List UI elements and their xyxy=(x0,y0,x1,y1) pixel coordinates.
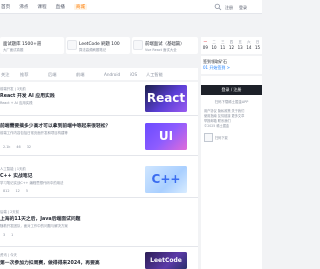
article-abstract: 学习笔记实战C++ 编程思想代码中的用法 xyxy=(0,181,64,185)
promo-card-subtitle: 算法高频刷题笔记 xyxy=(79,48,107,52)
list-item[interactable]: 资讯 | 今天 第一次参加力扣周赛，做得得来2024，再要高 LeetCode xyxy=(0,249,198,269)
view-count: 2.1k xyxy=(3,145,11,149)
like-count[interactable]: 12 xyxy=(15,189,19,193)
calendar-day[interactable]: 15 xyxy=(255,45,260,50)
article-thumbnail[interactable]: C++ xyxy=(145,166,187,193)
list-item[interactable]: 前端需要搞多少高才可以拿到前端中等起来很轻松？ 前端工作内容包括日常页面开发和项… xyxy=(0,118,198,156)
promo-card-title: 前端面试（基础篇） xyxy=(145,41,185,47)
article-meta: 前端开发 | 3天前 xyxy=(0,87,26,91)
login-link[interactable]: 登录 xyxy=(239,5,247,11)
checkin-calendar: 一 二 三 四 五 六 日 09 10 11 12 13 14 15 xyxy=(201,37,262,54)
category-tabs: 关注 推荐 后端 前端 Android iOS 人工智能 xyxy=(0,68,198,80)
calendar-day[interactable]: 14 xyxy=(246,45,251,50)
nav-item-pins[interactable]: 沸点 xyxy=(19,4,28,10)
article-title[interactable]: 第一次参加力扣周赛，做得得来2024，再要高 xyxy=(0,259,100,266)
checkin-card[interactable]: 签到领取矿石 01 开始签到 > xyxy=(201,56,262,74)
search-icon[interactable] xyxy=(214,3,222,11)
nav-item-home[interactable]: 首页 xyxy=(1,4,10,10)
calendar-day[interactable]: 10 xyxy=(212,45,217,50)
weekday-label: 二 xyxy=(212,39,216,44)
promo-banner-row: 面试题库 1500+道 大厂面试真题 LeetCode 刷题 100 算法高频刷… xyxy=(0,37,198,54)
article-title[interactable]: 前端需要搞多少高才可以拿到前端中等起来很轻松？ xyxy=(0,122,110,129)
article-stats: 2.1k 46 32 xyxy=(3,145,31,149)
article-feed: 前端开发 | 3天前 React 开发 AI 应用实践 React + AI 应… xyxy=(0,82,198,269)
view-count: 3 xyxy=(3,233,6,237)
article-abstract: React + AI 应用实践 xyxy=(0,101,33,105)
tab-recommend[interactable]: 推荐 xyxy=(20,72,28,78)
copyright: ©2025 稀土掘金 xyxy=(204,124,230,128)
tab-frontend[interactable]: 前端 xyxy=(76,72,84,78)
article-title[interactable]: 上海的11天之后，Java后端面试问题 xyxy=(0,215,80,222)
weekday-label: 五 xyxy=(238,39,242,44)
calendar-day[interactable]: 13 xyxy=(238,45,243,50)
article-thumbnail[interactable]: LeetCode xyxy=(145,252,187,269)
calendar-day[interactable]: 11 xyxy=(220,45,225,50)
list-item[interactable]: 前端开发 | 3天前 React 开发 AI 应用实践 React + AI 应… xyxy=(0,82,198,116)
thumbnail-label: LeetCode xyxy=(150,257,182,264)
calendar-day[interactable]: 09 xyxy=(203,45,208,50)
nav-item-courses[interactable]: 课程 xyxy=(37,4,46,10)
interview-icon xyxy=(133,40,143,50)
register-link[interactable]: 注册 xyxy=(225,5,233,11)
promo-card-title: LeetCode 刷题 100 xyxy=(79,41,120,47)
article-thumbnail[interactable]: React xyxy=(145,85,187,112)
weekday-label: 一 xyxy=(203,39,208,44)
list-item[interactable]: 人工智能 | 1天前 C++ 实战笔记 学习笔记实战C++ 编程思想代码中的用法… xyxy=(0,158,198,198)
comment-count[interactable]: 5 xyxy=(26,189,28,193)
tab-ai[interactable]: 人工智能 xyxy=(146,72,163,78)
like-count[interactable]: 1 xyxy=(11,233,13,237)
main-nav: 首页 沸点 课程 直播 商城 xyxy=(0,4,96,10)
calendar-days: 09 10 11 12 13 14 15 xyxy=(201,45,262,50)
promo-card-questions[interactable]: 面试题库 1500+道 大厂面试真题 xyxy=(0,37,64,54)
list-item[interactable]: 后端 | 2天前 上海的11天之后，Java后端面试问题 随着开发团队，面对工作… xyxy=(0,200,198,247)
article-meta: 后端 | 2天前 xyxy=(0,210,20,214)
promo-card-title: 面试题库 1500+道 xyxy=(3,41,42,47)
like-count[interactable]: 46 xyxy=(16,145,20,149)
tab-backend[interactable]: 后端 xyxy=(48,72,56,78)
thumbnail-label: C++ xyxy=(151,172,181,186)
calendar-day[interactable]: 12 xyxy=(229,45,234,50)
leetcode-icon xyxy=(67,40,77,50)
nav-item-live[interactable]: 直播 xyxy=(56,4,65,10)
top-navigation-bar: 首页 沸点 课程 直播 商城 注册 登录 xyxy=(0,0,262,14)
article-meta: 资讯 | 今天 xyxy=(0,253,17,257)
right-sidebar: 登录 / 注册 扫码下载稀土掘金APP 用户协议 隐私政策 关于我们 使用指南 … xyxy=(201,76,262,269)
calendar-weekdays: 一 二 三 四 五 六 日 xyxy=(201,39,262,44)
footer-links: 用户协议 隐私政策 关于我们 使用指南 友情链接 更多文章 举报邮箱 联系我们 … xyxy=(204,109,260,129)
article-thumbnail[interactable]: UI xyxy=(145,123,187,150)
app-download-hint: 扫码下载稀土掘金APP xyxy=(214,100,249,104)
weekday-label: 六 xyxy=(247,39,251,44)
article-stats: 812 12 5 xyxy=(3,189,28,193)
weekday-label: 日 xyxy=(255,39,260,44)
article-title[interactable]: React 开发 AI 应用实践 xyxy=(0,92,55,99)
view-count: 812 xyxy=(3,189,10,193)
promo-card-subtitle: 大厂面试真题 xyxy=(3,48,24,52)
weekday-label: 四 xyxy=(229,39,234,44)
register-button[interactable]: 登录 / 注册 xyxy=(201,85,262,95)
thumbnail-label: UI xyxy=(158,129,174,143)
article-meta: 人工智能 | 1天前 xyxy=(0,167,26,171)
tab-ios[interactable]: iOS xyxy=(130,72,137,77)
comment-count[interactable]: 32 xyxy=(27,145,31,149)
article-abstract: 前端工作内容包括日常页面开发和项目构建等 xyxy=(0,131,68,135)
article-stats: 3 1 xyxy=(3,233,13,237)
promo-card-interview[interactable]: 前端面试（基础篇） Vue React 面试大全 xyxy=(132,37,198,54)
weekday-label: 三 xyxy=(221,39,225,44)
promo-card-subtitle: Vue React 面试大全 xyxy=(145,48,177,52)
article-abstract: 随着开发团队，面对工作中的问题与解决方案 xyxy=(0,224,68,228)
thumbnail-label: React xyxy=(146,91,186,105)
tab-follow[interactable]: 关注 xyxy=(1,72,9,78)
checkin-title: 签到领取矿石 xyxy=(203,58,227,64)
promo-card-leetcode[interactable]: LeetCode 刷题 100 算法高频刷题笔记 xyxy=(66,37,130,54)
article-title[interactable]: C++ 实战笔记 xyxy=(0,172,32,179)
nav-item-mall[interactable]: 商城 xyxy=(73,4,88,10)
qr-code-icon xyxy=(204,133,213,142)
checkin-action[interactable]: 01 开始签到 > xyxy=(203,65,230,71)
qr-label: 扫码下载 xyxy=(215,136,228,140)
tab-android[interactable]: Android xyxy=(104,72,120,77)
